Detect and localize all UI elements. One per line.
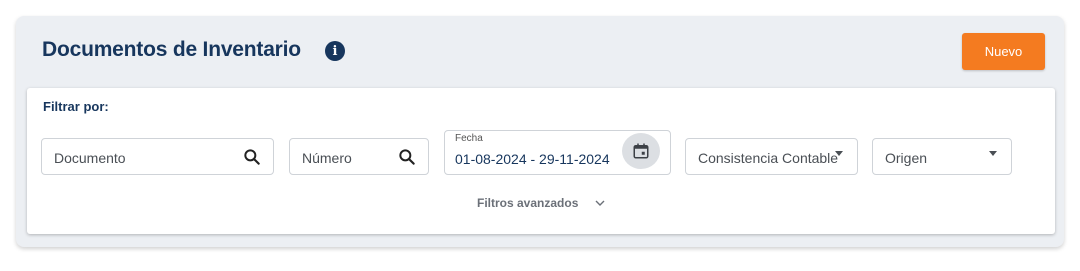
search-icon[interactable] [242, 147, 262, 167]
chevron-down-icon[interactable] [594, 198, 606, 208]
origen-select[interactable]: Origen [872, 138, 1012, 175]
documento-placeholder: Documento [54, 150, 126, 166]
page-title: Documentos de Inventario [42, 38, 301, 61]
chevron-down-icon [835, 151, 843, 156]
search-icon[interactable] [397, 147, 417, 167]
origen-value: Origen [885, 150, 928, 166]
fecha-value: 01-08-2024 - 29-11-2024 [455, 151, 610, 167]
fecha-date-range[interactable]: Fecha 01-08-2024 - 29-11-2024 [444, 130, 671, 175]
advanced-filters-toggle[interactable]: Filtros avanzados [477, 196, 578, 210]
info-icon[interactable]: i [325, 41, 345, 61]
calendar-icon [633, 143, 649, 159]
numero-placeholder: Número [302, 150, 352, 166]
fecha-label: Fecha [455, 133, 483, 144]
calendar-button[interactable] [622, 133, 660, 169]
consistencia-contable-select[interactable]: Consistencia Contable [685, 138, 858, 175]
documento-search-field[interactable]: Documento [41, 138, 274, 175]
filter-label: Filtrar por: [43, 99, 109, 114]
chevron-down-icon [989, 151, 997, 156]
new-button[interactable]: Nuevo [962, 33, 1045, 70]
consistencia-value: Consistencia Contable [698, 150, 839, 166]
numero-search-field[interactable]: Número [289, 138, 429, 175]
